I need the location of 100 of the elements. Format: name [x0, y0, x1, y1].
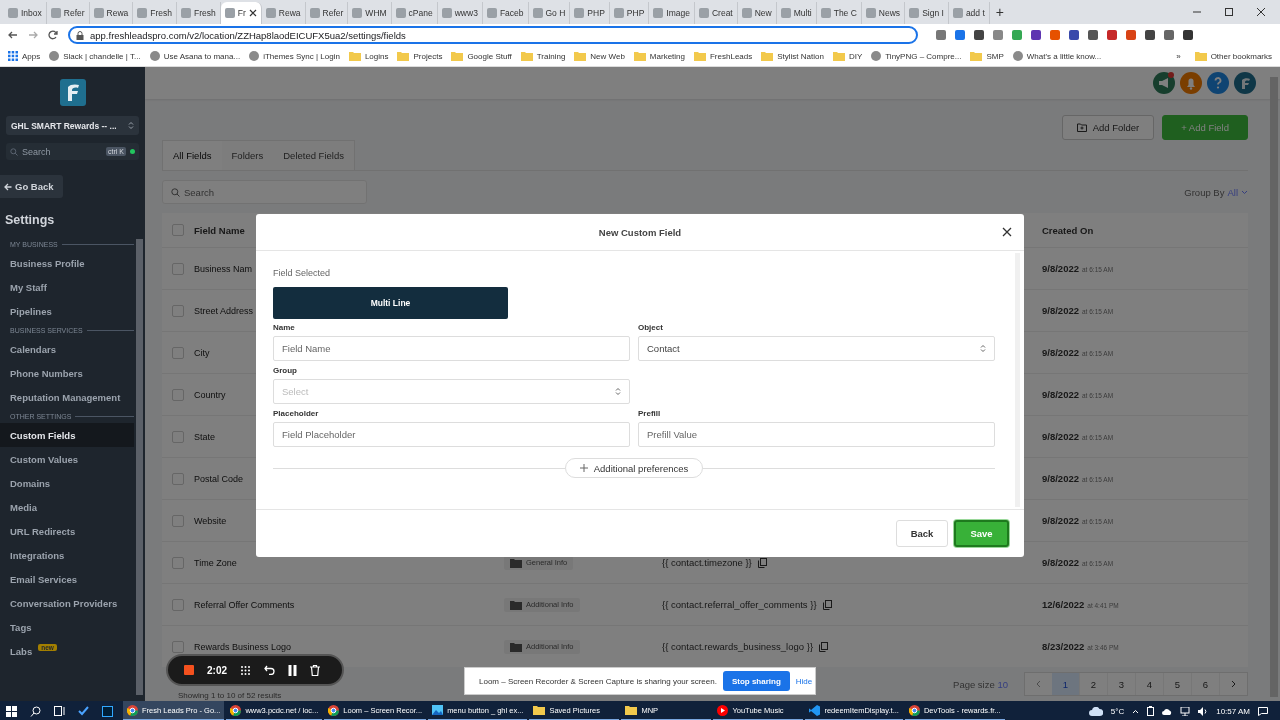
back-button[interactable]: Back [896, 520, 948, 547]
close-icon[interactable] [1002, 227, 1012, 237]
sidebar-item[interactable]: Business Profile [0, 251, 134, 275]
row-checkbox[interactable] [172, 514, 184, 527]
bookmark[interactable]: Marketing [633, 51, 685, 61]
row-checkbox[interactable] [172, 430, 184, 443]
bookmark[interactable]: iThemes Sync | Login [249, 51, 340, 61]
stop-sharing-button[interactable]: Stop sharing [722, 671, 790, 691]
sidebar-item[interactable]: URL Redirects [0, 519, 134, 543]
maximize-icon[interactable] [1224, 7, 1234, 17]
sidebar-item[interactable]: Custom Values [0, 447, 134, 471]
notifications-icon[interactable] [1258, 706, 1268, 716]
search-icon[interactable] [30, 705, 41, 717]
windows-start-icon[interactable] [6, 705, 17, 717]
field-type-button[interactable]: Multi Line [273, 287, 508, 319]
row-checkbox[interactable] [172, 262, 184, 275]
tab[interactable]: Folders [221, 141, 274, 170]
close-icon[interactable] [248, 9, 257, 17]
page-button[interactable]: 6 [1192, 673, 1220, 695]
plus-icon [579, 464, 588, 472]
input-field[interactable]: Prefill Value [638, 422, 995, 447]
sidebar-item[interactable]: Calendars [0, 337, 134, 361]
bookmark[interactable]: New Web [574, 51, 625, 61]
tab[interactable]: Deleted Fields [273, 141, 354, 170]
pause-icon[interactable] [288, 664, 297, 676]
input-field[interactable]: Field Name [273, 336, 630, 361]
sidebar-item[interactable]: Email Services [0, 567, 134, 591]
row-checkbox[interactable] [172, 472, 184, 485]
page-button[interactable]: 3 [1108, 673, 1136, 695]
undo-icon[interactable] [264, 665, 275, 675]
bell-icon[interactable] [1180, 72, 1202, 94]
page-button[interactable]: 4 [1136, 673, 1164, 695]
more-bookmarks-button[interactable]: » [1176, 51, 1181, 61]
dot-grid-icon[interactable] [240, 664, 251, 676]
field-name: Referral Offer Comments [194, 599, 295, 610]
bookmark[interactable]: Logins [348, 51, 389, 61]
bookmark[interactable]: Slack | chandelle | T... [49, 51, 141, 61]
bookmark[interactable]: Other bookmarks [1194, 51, 1272, 61]
row-checkbox[interactable] [172, 640, 184, 653]
go-back-button[interactable]: Go Back [0, 175, 63, 198]
help-icon[interactable] [1207, 72, 1229, 94]
row-checkbox[interactable] [172, 304, 184, 317]
select-field[interactable]: Contact [638, 336, 995, 361]
bookmark[interactable]: FreshLeads [694, 51, 753, 61]
chevron-up-icon[interactable] [1132, 708, 1140, 714]
row-checkbox[interactable] [172, 388, 184, 401]
bookmark[interactable]: Google Stuff [451, 51, 512, 61]
created-date: 9/8/2022 [1042, 263, 1079, 274]
trash-icon[interactable] [310, 664, 320, 676]
sidebar-item[interactable]: Conversation Providers [0, 591, 134, 615]
sidebar-item[interactable]: Phone Numbers [0, 361, 134, 385]
megaphone-icon[interactable] [1153, 72, 1175, 94]
select-all-checkbox[interactable] [172, 224, 184, 236]
folder-icon [1194, 51, 1207, 61]
row-checkbox[interactable] [172, 556, 184, 569]
site-icon [871, 51, 882, 61]
sidebar-item[interactable]: Integrations [0, 543, 134, 567]
bookmark[interactable]: Apps [8, 51, 41, 61]
hide-link[interactable]: Hide [795, 676, 813, 686]
bookmark[interactable]: Training [520, 51, 566, 61]
app-icon[interactable] [102, 705, 113, 717]
sidebar-item[interactable]: Custom Fields [0, 423, 134, 447]
bookmark[interactable]: Projects [397, 51, 443, 61]
bookmark[interactable]: TinyPNG – Compre... [871, 51, 962, 61]
browser-tab[interactable]: Fr [220, 2, 262, 24]
back-icon[interactable] [8, 30, 18, 40]
additional-preferences-button[interactable]: Additional preferences [564, 458, 704, 478]
reload-icon[interactable] [48, 30, 58, 40]
sidebar-item[interactable]: Tags [0, 615, 134, 639]
sidebar-item[interactable]: Media [0, 495, 134, 519]
location-switcher[interactable]: GHL SMART Rewards -- ... [6, 116, 139, 135]
bookmark[interactable]: DIY [832, 51, 863, 61]
copy-icon[interactable] [822, 599, 832, 610]
page-button[interactable]: 5 [1164, 673, 1192, 695]
bookmark[interactable]: Stylist Nation [761, 51, 824, 61]
account-avatar[interactable] [1234, 72, 1256, 94]
row-checkbox[interactable] [172, 598, 184, 611]
sidebar-item[interactable]: Domains [0, 471, 134, 495]
bookmark[interactable]: What's a little know... [1012, 51, 1102, 61]
page-button[interactable]: 2 [1080, 673, 1108, 695]
copy-icon[interactable] [757, 557, 767, 568]
checkmark-icon[interactable] [78, 706, 89, 716]
cloud-icon[interactable] [1162, 707, 1173, 715]
sidebar-item[interactable]: My Staff [0, 275, 134, 299]
input-field[interactable]: Field Placeholder [273, 422, 630, 447]
new-tab-button[interactable]: + [995, 4, 1004, 20]
forward-icon[interactable] [28, 30, 38, 40]
task-view-icon[interactable] [54, 706, 65, 716]
sidebar-item[interactable]: Pipelines [0, 299, 134, 323]
address-bar[interactable]: app.freshleadspro.com/v2/location/ZZHap8laodEICUFX5ua2/settings/fields [68, 26, 918, 44]
row-checkbox[interactable] [172, 346, 184, 359]
chevron-down-icon [1241, 189, 1248, 195]
sidebar-item[interactable]: Reputation Management [0, 385, 134, 409]
bookmark[interactable]: Use Asana to mana... [149, 51, 241, 61]
created-date: 12/6/2022 [1042, 599, 1085, 610]
close-icon[interactable] [1256, 7, 1266, 17]
cloud-icon[interactable] [1088, 706, 1103, 716]
bookmark[interactable]: SMP [970, 51, 1004, 61]
add-folder-button[interactable]: Add Folder [1061, 115, 1155, 140]
copy-icon[interactable] [819, 641, 829, 652]
